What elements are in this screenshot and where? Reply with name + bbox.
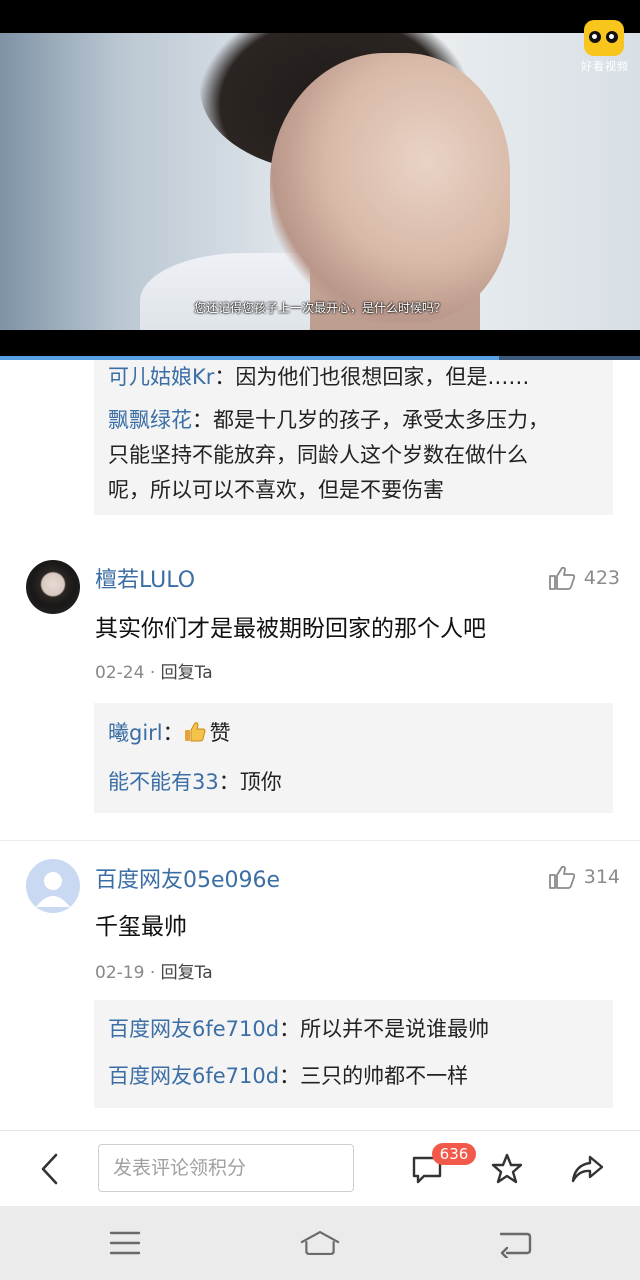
logo-bubble-icon (584, 20, 624, 56)
reply-username[interactable]: 能不能有33 (108, 770, 219, 794)
app-logo: 好看视频 (577, 20, 633, 76)
comment-username[interactable]: 檀若LULO (95, 562, 195, 594)
share-icon (571, 1155, 604, 1183)
comment-username[interactable]: 百度网友05e096e (95, 862, 280, 894)
logo-eye-icon (606, 31, 618, 43)
share-button[interactable] (567, 1149, 607, 1189)
comment-count-badge: 636 (432, 1143, 476, 1165)
reply-username[interactable]: 百度网友6fe710d (108, 1017, 279, 1041)
reply-separator: ： (218, 770, 240, 794)
reply-text: 因为他们也很想回家，但是…… (235, 365, 530, 389)
reply-username[interactable]: 百度网友6fe710d (108, 1064, 279, 1088)
reply-box: 可儿姑娘Kr：因为他们也很想回家，但是…… 飘飘绿花：都是十几岁的孩子，承受太多… (94, 360, 613, 515)
avatar[interactable] (26, 859, 80, 913)
reply-item[interactable]: 百度网友6fe710d：三只的帅都不一样 (108, 1059, 599, 1094)
comment-item: 百度网友05e096e 314 千玺最帅 02-19 · 回复Ta 百度网友6f… (0, 845, 640, 1125)
reply-username[interactable]: 飘飘绿花 (108, 408, 192, 432)
comment-date: 02-19 (95, 963, 145, 983)
reply-separator: ： (214, 365, 236, 389)
divider (0, 840, 640, 841)
reply-text-line: 呢，所以可以不喜欢，但是不要伤害 (108, 478, 444, 502)
reply-item[interactable]: 可儿姑娘Kr：因为他们也很想回家，但是…… (108, 360, 599, 395)
like-button[interactable]: 423 (548, 565, 620, 591)
home-icon (300, 1231, 340, 1255)
reply-ta-link[interactable]: 回复Ta (161, 663, 213, 683)
comment-item: 檀若LULO 423 其实你们才是最被期盼回家的那个人吧 02-24 · 回复T… (0, 545, 640, 830)
star-icon (491, 1153, 523, 1184)
return-icon (499, 1232, 532, 1258)
bottom-action-bar: 发表评论领积分 636 (0, 1130, 640, 1207)
reply-text: 三只的帅都不一样 (300, 1064, 469, 1088)
meta-dot: · (149, 963, 156, 983)
menu-button[interactable] (105, 1223, 145, 1263)
reply-item[interactable]: 能不能有33：顶你 (108, 765, 599, 800)
home-button[interactable] (300, 1223, 340, 1263)
reply-text: 顶你 (239, 770, 282, 794)
video-player[interactable]: 您还记得您孩子上一次最开心，是什么时候吗？ (0, 33, 640, 330)
logo-eye-icon (589, 31, 601, 43)
reply-username[interactable]: 可儿姑娘Kr (108, 365, 214, 389)
thumbs-up-icon (548, 865, 575, 889)
default-avatar-icon (36, 872, 70, 907)
reply-text-line: 只能坚持不能放弃，同龄人这个岁数在做什么 (108, 443, 528, 467)
reply-box: 百度网友6fe710d：所以并不是说谁最帅 百度网友6fe710d：三只的帅都不… (94, 1000, 613, 1108)
reply-text: 所以并不是说谁最帅 (300, 1017, 490, 1041)
reply-ta-link[interactable]: 回复Ta (161, 963, 213, 983)
reply-separator: ： (279, 1017, 301, 1041)
avatar[interactable] (26, 560, 80, 614)
comment-input[interactable]: 发表评论领积分 (98, 1144, 354, 1192)
thumbs-up-icon (548, 566, 575, 590)
comment-text: 千玺最帅 (95, 914, 187, 940)
reply-text: 都是十几岁的孩子，承受太多压力， (213, 408, 549, 432)
video-frame-face (270, 53, 510, 323)
comment-date: 02-24 (95, 663, 145, 683)
reply-item[interactable]: 百度网友6fe710d：所以并不是说谁最帅 (108, 1012, 599, 1047)
reply-separator: ： (192, 408, 213, 432)
like-count: 314 (583, 866, 620, 888)
chevron-left-icon (41, 1153, 58, 1185)
status-bar (0, 0, 640, 33)
like-count: 423 (583, 567, 620, 589)
logo-text: 好看视频 (581, 60, 629, 73)
reply-item[interactable]: 飘飘绿花：都是十几岁的孩子，承受太多压力， (108, 403, 599, 438)
comment-text: 其实你们才是最被期盼回家的那个人吧 (95, 616, 486, 642)
system-nav-bar (0, 1206, 640, 1280)
back-button[interactable] (30, 1149, 70, 1189)
reply-separator: ： (279, 1064, 301, 1088)
favorite-button[interactable] (487, 1149, 527, 1189)
like-button[interactable]: 314 (548, 864, 620, 890)
thumbs-up-emoji (184, 719, 206, 742)
nav-back-button[interactable] (495, 1223, 535, 1263)
reply-box: 曦girl：赞 能不能有33：顶你 (94, 703, 613, 813)
menu-icon (109, 1231, 141, 1255)
reply-separator: ： (162, 721, 184, 745)
reply-text: 赞 (209, 721, 231, 745)
comment-meta: 02-19 · 回复Ta (95, 958, 213, 983)
reply-item[interactable]: 曦girl： 赞 (108, 716, 599, 751)
video-subtitle: 您还记得您孩子上一次最开心，是什么时候吗？ (193, 301, 446, 315)
comment-meta: 02-24 · 回复Ta (95, 658, 213, 683)
meta-dot: · (149, 663, 156, 683)
reply-username[interactable]: 曦girl (108, 721, 163, 745)
